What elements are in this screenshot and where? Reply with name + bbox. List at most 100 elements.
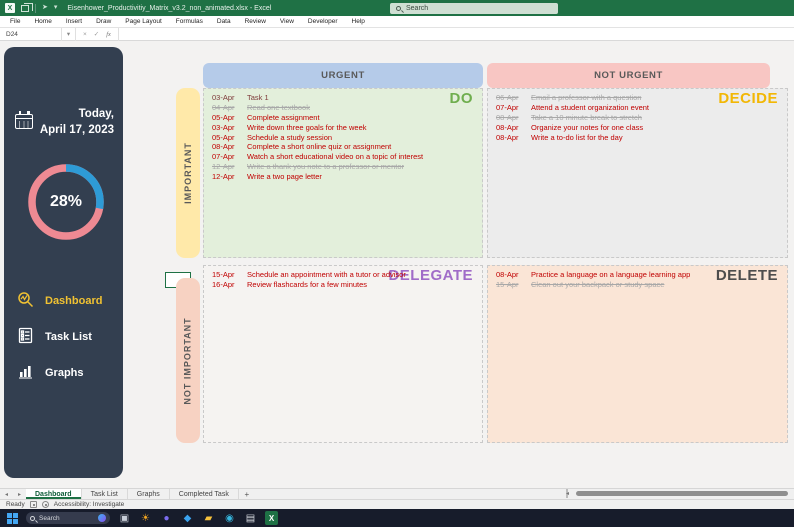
task-text: Schedule a study session <box>247 133 332 142</box>
excel-logo-icon: X <box>5 3 15 13</box>
sheet-scroll-left-icon[interactable]: ◂ <box>0 489 13 499</box>
task-date: 08-Apr <box>212 142 238 151</box>
sheet-scroll-right-icon[interactable]: ▸ <box>13 489 26 499</box>
task-date: 16-Apr <box>212 280 238 289</box>
sidebar-item-graphs[interactable]: Graphs <box>4 355 123 391</box>
task-row[interactable]: 08-AprWrite a to-do list for the day <box>496 132 727 142</box>
hscroll-left-icon[interactable]: ◂ <box>566 490 569 497</box>
cancel-icon[interactable]: × <box>83 31 87 38</box>
task-text: Schedule an appointment with a tutor or … <box>247 270 406 279</box>
start-button[interactable] <box>7 513 18 524</box>
ribbon-tab-page-layout[interactable]: Page Layout <box>118 16 169 28</box>
task-text: Organize your notes for one class <box>531 123 643 132</box>
cursor-pointer-icon[interactable]: ➤ <box>42 0 48 16</box>
ribbon-tab-data[interactable]: Data <box>210 16 238 28</box>
task-row[interactable]: 15-Apr Clean out your backpack or study s… <box>496 280 727 290</box>
hscroll-thumb[interactable] <box>576 491 788 496</box>
task-date: 08-Apr <box>496 113 522 122</box>
sheet-tab-task-list[interactable]: Task List <box>82 489 128 499</box>
task-text: Review flashcards for a few minutes <box>247 280 367 289</box>
quadrant-do-label: DO <box>450 90 474 107</box>
task-row[interactable]: 08-AprPractice a language on a language … <box>496 270 727 280</box>
task-row[interactable]: 16-Apr Review flashcards for a few minute… <box>212 280 422 290</box>
task-date: 12-Apr <box>212 162 238 171</box>
name-box-dropdown-icon[interactable]: ▾ <box>62 28 76 41</box>
header-urgent: URGENT <box>203 63 483 88</box>
task-text: Watch a short educational video on a top… <box>247 152 423 161</box>
quadrant-decide: DECIDE 06-AprEmail a professor with a qu… <box>487 88 788 258</box>
quadrant-delegate-tasks: 15-Apr Schedule an appointment with a tut… <box>212 270 422 290</box>
ribbon-tab-view[interactable]: View <box>273 16 301 28</box>
ribbon-tab-review[interactable]: Review <box>238 16 273 28</box>
snipping-tool-icon[interactable]: ▤ <box>244 511 257 525</box>
weather-icon[interactable]: ☀ <box>139 511 152 525</box>
task-row[interactable]: 15-Apr Schedule an appointment with a tut… <box>212 270 422 280</box>
ribbon-tab-draw[interactable]: Draw <box>89 16 118 28</box>
enter-icon[interactable]: ✓ <box>94 30 99 38</box>
task-text: Write down three goals for the week <box>247 123 367 132</box>
task-row[interactable]: 07-Apr Watch a short educational video on… <box>212 152 422 162</box>
formula-input[interactable] <box>118 28 794 41</box>
ribbon-tab-home[interactable]: Home <box>27 16 58 28</box>
quadrant-do: DO 03-AprTask 104-AprRead one textbook05… <box>203 88 483 258</box>
formula-bar: D24 ▾ × ✓ fx <box>0 28 794 41</box>
insert-function-icon[interactable]: fx <box>106 31 111 38</box>
task-text: Email a professor with a question <box>531 93 641 102</box>
task-row[interactable]: 05-AprComplete assignment <box>212 113 422 123</box>
task-text: Task 1 <box>247 93 269 102</box>
copilot-icon[interactable]: ● <box>160 511 173 525</box>
task-row[interactable]: 12-Apr Write a thank you note to a profes… <box>212 162 422 172</box>
task-row[interactable]: 07-AprAttend a student organization even… <box>496 103 727 113</box>
sheet-tab-graphs[interactable]: Graphs <box>128 489 170 499</box>
task-date: 03-Apr <box>212 93 238 102</box>
task-row[interactable]: 08-AprOrganize your notes for one class <box>496 122 727 132</box>
task-text: Write a to-do list for the day <box>531 133 623 142</box>
task-row[interactable]: 06-Apr Email a professor with a question <box>496 93 727 103</box>
horizontal-scrollbar: ◂ <box>566 491 790 496</box>
file-explorer-icon[interactable]: ▰ <box>202 511 215 525</box>
excel-taskbar-icon[interactable]: X <box>265 511 278 525</box>
task-row[interactable]: 12-Apr Write a two page letter <box>212 171 422 181</box>
ribbon-tab-insert[interactable]: Insert <box>59 16 89 28</box>
sidebar-item-label: Graphs <box>45 367 84 379</box>
task-date: 15-Apr <box>496 280 522 289</box>
autosave-icon[interactable] <box>21 5 29 12</box>
task-text: Clean out your backpack or study space <box>531 280 664 289</box>
task-row[interactable]: 03-Apr Task 1 <box>212 93 422 103</box>
new-sheet-button[interactable]: + <box>239 489 255 499</box>
sidebar-item-task-list[interactable]: Task List <box>4 319 123 355</box>
task-text: Write a thank you note to a professor or… <box>247 162 404 171</box>
task-row[interactable]: 08-AprTake a 10 minute break to stretch <box>496 113 727 123</box>
ribbon-tab-developer[interactable]: Developer <box>301 16 345 28</box>
sidebar-item-dashboard[interactable]: Dashboard <box>4 283 123 319</box>
ribbon-tab-help[interactable]: Help <box>345 16 372 28</box>
accessibility-label[interactable]: Accessibility: Investigate <box>54 501 124 508</box>
task-row[interactable]: 03-AprWrite down three goals for the wee… <box>212 122 422 132</box>
macro-record-icon[interactable] <box>30 501 37 508</box>
task-date: 06-Apr <box>496 93 522 102</box>
ribbon-tab-formulas[interactable]: Formulas <box>169 16 210 28</box>
ready-label: Ready <box>6 501 25 508</box>
task-text: Practice a language on a language learni… <box>531 270 690 279</box>
task-date: 15-Apr <box>212 270 238 279</box>
dashboard-sidebar: Today, April 17, 2023 28% DashboardTask … <box>4 47 123 478</box>
sheet-tab-completed-task[interactable]: Completed Task <box>170 489 239 499</box>
sheet-tabs: DashboardTask ListGraphsCompleted Task <box>26 489 239 499</box>
task-row[interactable]: 04-AprRead one textbook <box>212 103 422 113</box>
header-not-urgent: NOT URGENT <box>487 63 770 88</box>
titlebar-search-box[interactable]: Search <box>390 3 558 14</box>
task-row[interactable]: 08-AprComplete a short online quiz or as… <box>212 142 422 152</box>
sheet-tab-dashboard[interactable]: Dashboard <box>26 489 82 499</box>
edge-icon[interactable]: ◉ <box>223 511 236 525</box>
ribbon-tab-file[interactable]: File <box>3 16 27 28</box>
task-text: Write a two page letter <box>247 172 322 181</box>
taskbar-search-box[interactable]: Search <box>26 512 110 524</box>
name-box[interactable]: D24 <box>0 28 62 41</box>
task-date: 07-Apr <box>212 152 238 161</box>
quick-access-dropdown-icon[interactable]: ▾ <box>54 0 58 16</box>
task-view-icon[interactable]: ▣ <box>118 511 131 525</box>
task-row[interactable]: 05-AprSchedule a study session <box>212 132 422 142</box>
visual-studio-icon[interactable]: ◆ <box>181 511 194 525</box>
task-date: 12-Apr <box>212 172 238 181</box>
header-important: IMPORTANT <box>176 88 200 258</box>
